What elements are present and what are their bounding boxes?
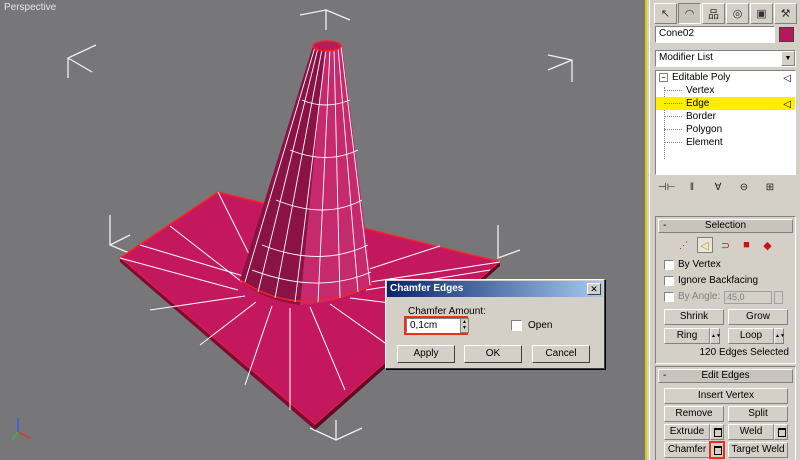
stack-item-label: Vertex [686,85,715,96]
collapse-sign: - [663,220,667,231]
display-tab[interactable]: ▣ [750,3,773,24]
modify-icon: ◠ [684,8,695,20]
selection-status: 120 Edges Selected [699,347,789,358]
hierarchy-icon: 品 [708,8,719,21]
make-unique-icon[interactable]: ∀ [710,182,726,196]
stack-item-border[interactable]: Border [656,110,795,123]
chamfer-button[interactable]: Chamfer [664,442,710,458]
chamfer-amount-spinner[interactable]: ▲ ▼ [460,318,469,333]
ignore-backfacing-label: Ignore Backfacing [678,275,759,286]
target-weld-button[interactable]: Target Weld [728,442,788,458]
ring-spinner[interactable]: ▲▼ [710,328,721,344]
selection-rollout: - Selection ⋰ ◁ ⊃ ■ ◆ By Vertex Ignore B… [655,216,796,364]
remove-button[interactable]: Remove [664,406,724,422]
angle-field: 45,0 [724,291,772,304]
viewport-scene [11,9,573,441]
cone-tip [312,40,342,52]
display-icon: ▣ [756,8,767,20]
command-panel: ↖ ◠ 品 ◎ ▣ ⚒ Cone02 Modifier List ▼ − Edi… [649,0,800,460]
edit-edges-rollout: - Edit Edges Insert Vertex Remove Split … [655,366,796,460]
extrude-button[interactable]: Extrude [664,424,710,440]
stack-item-edge[interactable]: Edge ◁ [656,97,795,110]
by-vertex-label: By Vertex [678,259,721,270]
modifier-list-dropdown[interactable]: Modifier List ▼ [655,50,796,67]
panel-tabs: ↖ ◠ 品 ◎ ▣ ⚒ [654,3,798,25]
stack-item-label: Edge [686,98,710,109]
insert-vertex-button[interactable]: Insert Vertex [664,388,788,404]
by-angle-checkbox [664,292,674,302]
ignore-backfacing-row[interactable]: Ignore Backfacing [656,273,795,289]
modify-tab[interactable]: ◠ [678,3,701,24]
modifier-stack: − Editable Poly ◁ Vertex Edge ◁ Border Po… [655,70,796,175]
selection-rollout-header[interactable]: - Selection [658,219,793,233]
weld-settings-icon[interactable] [774,424,788,440]
rollout-title: Edit Edges [701,370,750,381]
stack-item-element[interactable]: Element [656,136,795,149]
subobject-icons: ⋰ ◁ ⊃ ■ ◆ [656,237,795,255]
create-tab[interactable]: ↖ [654,3,677,24]
by-vertex-row[interactable]: By Vertex [656,257,795,273]
edit-edges-rollout-header[interactable]: - Edit Edges [658,369,793,383]
polygon-mode-icon[interactable]: ■ [739,237,755,253]
viewport-label[interactable]: Perspective [4,2,56,13]
stack-item-label: Editable Poly [672,72,731,83]
pin-stack-icon[interactable]: ⊣⊢ [658,182,675,196]
by-angle-label: By Angle: [678,291,721,302]
dropdown-arrow-icon[interactable]: ▼ [781,51,795,66]
chamfer-settings-icon[interactable] [709,441,725,459]
loop-button[interactable]: Loop [728,328,774,344]
rollout-title: Selection [704,220,747,231]
stack-item-polygon[interactable]: Polygon [656,123,795,136]
axis-gizmo [11,418,31,441]
stack-item-label: Border [686,111,717,122]
object-color-swatch[interactable] [779,27,794,42]
create-icon: ↖ [660,8,671,20]
configure-sets-icon[interactable]: ⊞ [762,182,778,196]
loop-spinner[interactable]: ▲▼ [774,328,785,344]
hierarchy-tab[interactable]: 品 [702,3,725,24]
object-name-field[interactable]: Cone02 [655,26,775,43]
dialog-title: Chamfer Edges [390,283,464,294]
vertex-mode-icon[interactable]: ⋰ [676,237,692,253]
dialog-titlebar[interactable]: Chamfer Edges ✕ [387,281,603,297]
border-mode-icon[interactable]: ⊃ [718,237,734,253]
grow-button[interactable]: Grow [728,309,788,325]
stack-item-editable-poly[interactable]: − Editable Poly ◁ [656,71,795,84]
stack-item-label: Element [686,137,723,148]
ignore-backfacing-checkbox[interactable] [664,276,674,286]
show-end-result-icon[interactable]: ǁ [684,182,700,196]
stack-item-label: Polygon [686,124,723,135]
chamfer-amount-input[interactable]: 0,1cm [404,316,468,335]
by-angle-row: By Angle: 45,0 [656,289,795,305]
modifier-list-label: Modifier List [659,52,713,63]
collapse-sign: - [663,370,667,381]
cancel-button[interactable]: Cancel [532,345,590,363]
close-icon[interactable]: ✕ [587,283,601,295]
split-button[interactable]: Split [728,406,788,422]
stack-item-vertex[interactable]: Vertex [656,84,795,97]
chamfer-amount-label: Chamfer Amount: [408,306,486,317]
motion-tab[interactable]: ◎ [726,3,749,24]
edge-mode-icon[interactable]: ◁ [696,237,713,253]
angle-spinner [774,291,783,304]
open-checkbox[interactable] [511,320,522,331]
ring-button[interactable]: Ring [664,328,710,344]
by-vertex-checkbox[interactable] [664,260,674,270]
motion-icon: ◎ [732,8,743,20]
utilities-icon: ⚒ [780,8,791,20]
collapse-icon[interactable]: − [659,73,668,82]
extrude-settings-icon[interactable] [710,424,724,440]
chamfer-edges-dialog: Chamfer Edges ✕ Chamfer Amount: 0,1cm ▲ ▼… [385,279,605,369]
element-mode-icon[interactable]: ◆ [760,237,776,253]
perspective-viewport[interactable]: Perspective [0,0,647,460]
ok-button[interactable]: OK [464,345,522,363]
stack-toolbar: ⊣⊢ ǁ ∀ ⊖ ⊞ [658,182,798,196]
utilities-tab[interactable]: ⚒ [774,3,797,24]
open-label: Open [528,320,553,331]
weld-button[interactable]: Weld [728,424,774,440]
remove-modifier-icon[interactable]: ⊖ [736,182,752,196]
apply-button[interactable]: Apply [397,345,455,363]
shrink-button[interactable]: Shrink [664,309,724,325]
